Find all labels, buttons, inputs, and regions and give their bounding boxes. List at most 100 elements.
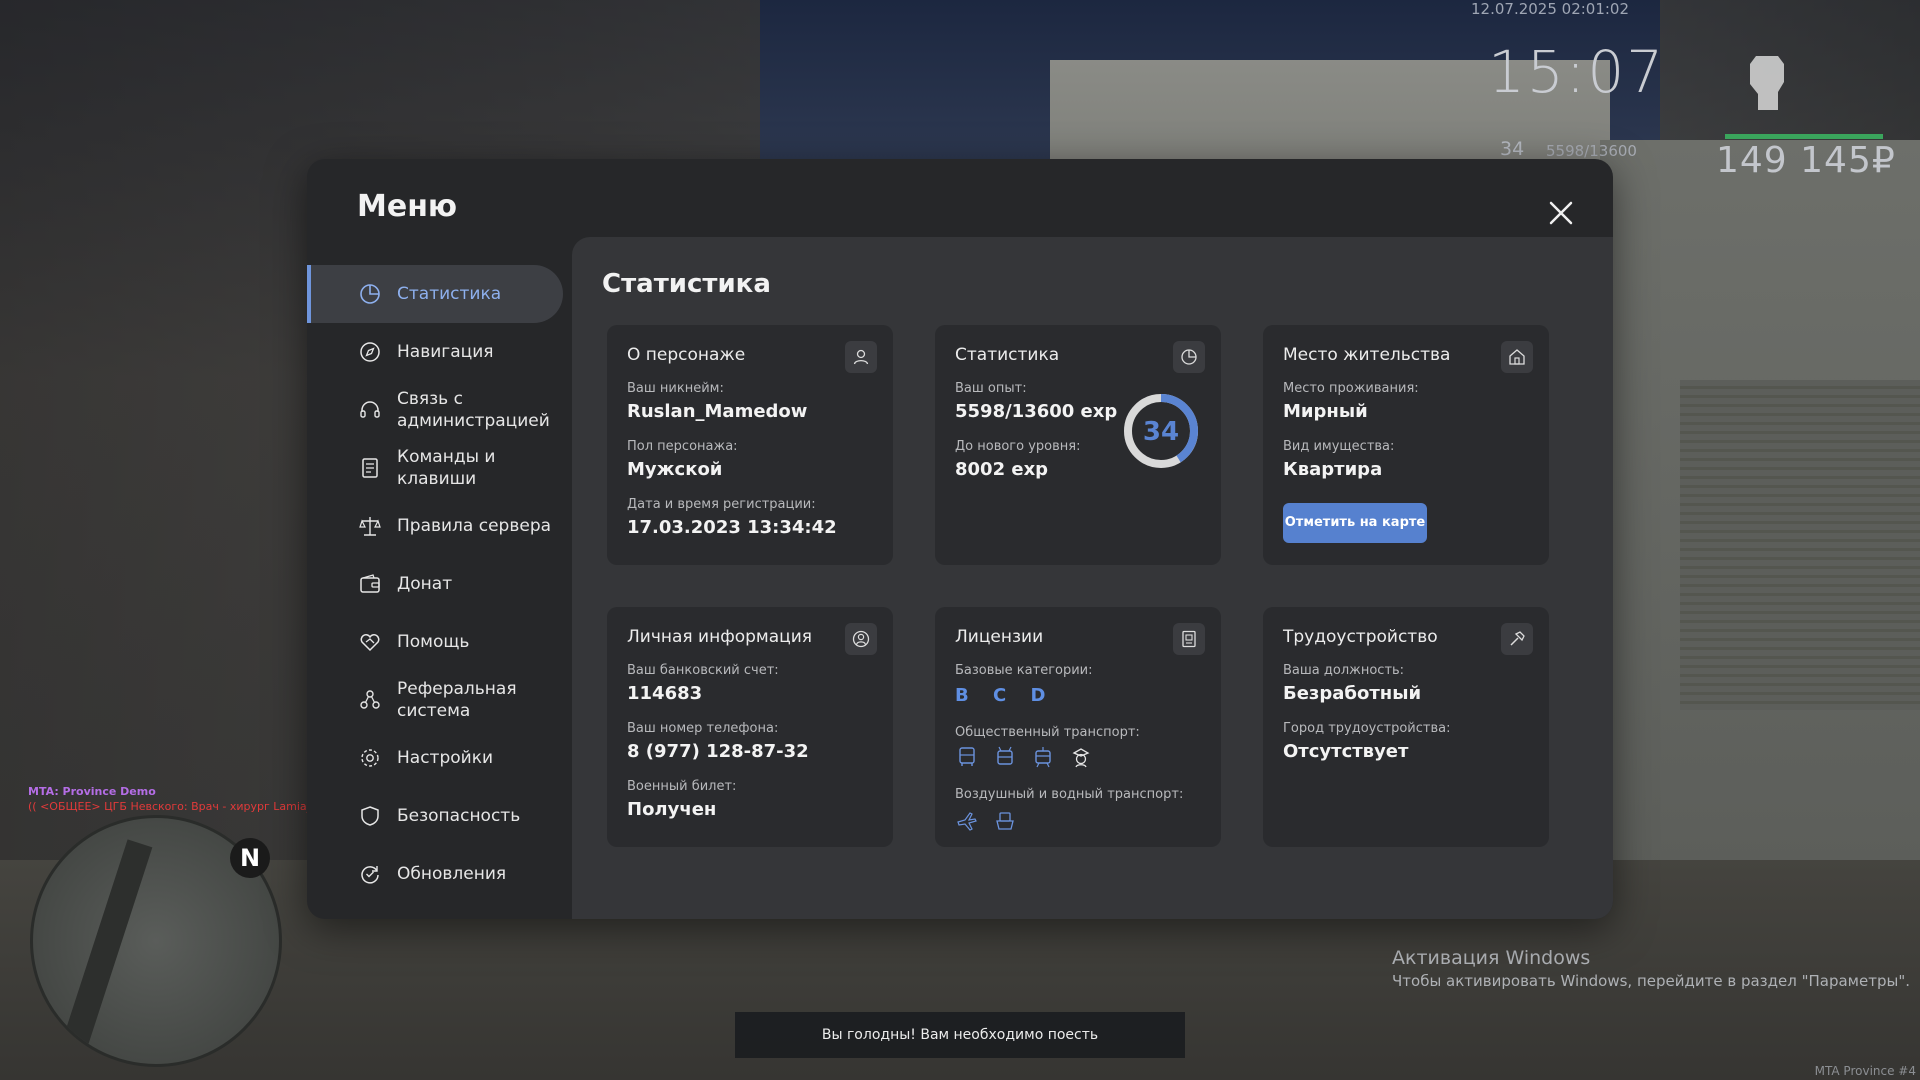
headset-icon <box>357 397 383 423</box>
tram-icon <box>1031 745 1055 769</box>
job-city-label: Город трудоустройства: <box>1283 721 1451 736</box>
mark-on-map-button[interactable]: Отметить на карте <box>1283 503 1427 543</box>
card-title: Статистика <box>955 345 1060 365</box>
referral-icon <box>357 687 383 713</box>
exp-value: 5598/13600 exp <box>955 401 1118 422</box>
hud-health-bar <box>1725 134 1883 139</box>
sidebar-item-donate[interactable]: Донат <box>307 555 563 613</box>
sidebar-item-label: Статистика <box>397 284 502 304</box>
card-title: Трудоустройство <box>1283 627 1438 647</box>
card-personal-info: Личная информация Ваш банковский счет: 1… <box>607 607 893 847</box>
sidebar-item-updates[interactable]: Обновления <box>307 845 563 903</box>
sidebar-item-settings[interactable]: Настройки <box>307 729 563 787</box>
level-number: 34 <box>1143 417 1179 447</box>
residence-place-label: Место проживания: <box>1283 381 1419 396</box>
server-tag: MTA Province #4 <box>1814 1064 1916 1078</box>
home-icon <box>1501 341 1533 373</box>
card-residence: Место жительства Место проживания: Мирны… <box>1263 325 1549 565</box>
content-panel: Статистика О персонаже Ваш никнейм: Rusl… <box>572 237 1613 919</box>
registration-value: 17.03.2023 13:34:42 <box>627 517 837 538</box>
card-licenses: Лицензии Базовые категории: B C D Общест… <box>935 607 1221 847</box>
base-categories-value: B C D <box>955 685 1055 706</box>
handshake-icon <box>357 629 383 655</box>
fist-icon <box>1750 56 1784 110</box>
phone-label: Ваш номер телефона: <box>627 721 779 736</box>
compass-icon <box>357 339 383 365</box>
sidebar-item-label: Настройки <box>397 748 494 768</box>
sidebar-item-label: Помощь <box>397 632 470 652</box>
card-about-character: О персонаже Ваш никнейм: Ruslan_Mamedow … <box>607 325 893 565</box>
card-title: Лицензии <box>955 627 1044 647</box>
hud-level: 34 <box>1500 138 1525 160</box>
sidebar-item-label: Правила сервера <box>397 516 552 536</box>
residence-place-value: Мирный <box>1283 401 1368 422</box>
menu-title: Меню <box>357 189 458 224</box>
windows-activation-subtitle: Чтобы активировать Windows, перейдите в … <box>1392 972 1910 990</box>
hud-clock: 15:07 <box>1488 38 1666 106</box>
user-circle-icon <box>845 623 877 655</box>
hammer-icon <box>1501 623 1533 655</box>
pie-chart-icon <box>357 281 383 307</box>
next-level-label: До нового уровня: <box>955 439 1081 454</box>
job-position-label: Ваша должность: <box>1283 663 1405 678</box>
sidebar-item-label: Команды и клавиши <box>397 447 496 489</box>
sidebar-item-statistics[interactable]: Статистика <box>307 265 563 323</box>
gear-icon <box>357 745 383 771</box>
card-title: О персонаже <box>627 345 746 365</box>
registration-label: Дата и время регистрации: <box>627 497 816 512</box>
sidebar-item-admin-contact[interactable]: Связь с администрацией <box>307 381 563 439</box>
sidebar-item-referral[interactable]: Реферальная система <box>307 671 563 729</box>
close-icon[interactable] <box>1541 193 1581 233</box>
gender-label: Пол персонажа: <box>627 439 738 454</box>
page-title: Статистика <box>602 269 771 299</box>
sidebar-item-label: Связь с администрацией <box>397 389 550 431</box>
bus-icon <box>955 745 979 769</box>
phone-value: 8 (977) 128-87-32 <box>627 741 809 762</box>
exp-label: Ваш опыт: <box>955 381 1027 396</box>
minimap-road <box>59 839 153 1057</box>
sidebar-item-label: Донат <box>397 574 453 594</box>
sidebar-item-help[interactable]: Помощь <box>307 613 563 671</box>
menu-window: Меню Статистика Навигация Связь с админи… <box>307 159 1613 919</box>
update-icon <box>357 861 383 887</box>
nickname-label: Ваш никнейм: <box>627 381 724 396</box>
minimap-north-indicator: N <box>230 838 270 878</box>
military-id-label: Военный билет: <box>627 779 737 794</box>
bank-account-label: Ваш банковский счет: <box>627 663 779 678</box>
sidebar-item-navigation[interactable]: Навигация <box>307 323 563 381</box>
job-position-value: Безработный <box>1283 683 1422 704</box>
hud-exp: 5598/13600 <box>1546 142 1637 160</box>
public-transport-label: Общественный транспорт: <box>955 725 1140 740</box>
scales-icon <box>357 513 383 539</box>
military-id-value: Получен <box>627 799 717 820</box>
sidebar-item-commands[interactable]: Команды и клавиши <box>307 439 563 497</box>
license-icon <box>1173 623 1205 655</box>
boat-icon <box>993 809 1017 833</box>
hud-money: 149 145₽ <box>1716 140 1896 181</box>
sidebar-item-label: Реферальная система <box>397 679 517 721</box>
air-water-transport-label: Воздушный и водный транспорт: <box>955 787 1184 802</box>
card-statistics: Статистика Ваш опыт: 5598/13600 exp До н… <box>935 325 1221 565</box>
document-icon <box>357 455 383 481</box>
property-type-label: Вид имущества: <box>1283 439 1395 454</box>
windows-activation-title: Активация Windows <box>1392 947 1591 969</box>
shield-icon <box>357 803 383 829</box>
plane-icon <box>955 809 979 833</box>
public-transport-icons <box>955 745 1093 769</box>
gender-value: Мужской <box>627 459 723 480</box>
sidebar: Статистика Навигация Связь с администрац… <box>307 265 563 903</box>
pie-chart-icon <box>1173 341 1205 373</box>
trolleybus-icon <box>993 745 1017 769</box>
level-progress-ring: 34 <box>1124 394 1198 468</box>
card-title: Место жительства <box>1283 345 1451 365</box>
sidebar-item-rules[interactable]: Правила сервера <box>307 497 563 555</box>
card-title: Личная информация <box>627 627 813 647</box>
background-garage-door <box>1680 380 1920 710</box>
base-categories-label: Базовые категории: <box>955 663 1093 678</box>
air-water-transport-icons <box>955 809 1017 833</box>
chat-line: MTA: Province Demo <box>28 785 156 798</box>
taxi-driver-icon <box>1069 745 1093 769</box>
sidebar-item-security[interactable]: Безопасность <box>307 787 563 845</box>
next-level-value: 8002 exp <box>955 459 1049 480</box>
card-employment: Трудоустройство Ваша должность: Безработ… <box>1263 607 1549 847</box>
